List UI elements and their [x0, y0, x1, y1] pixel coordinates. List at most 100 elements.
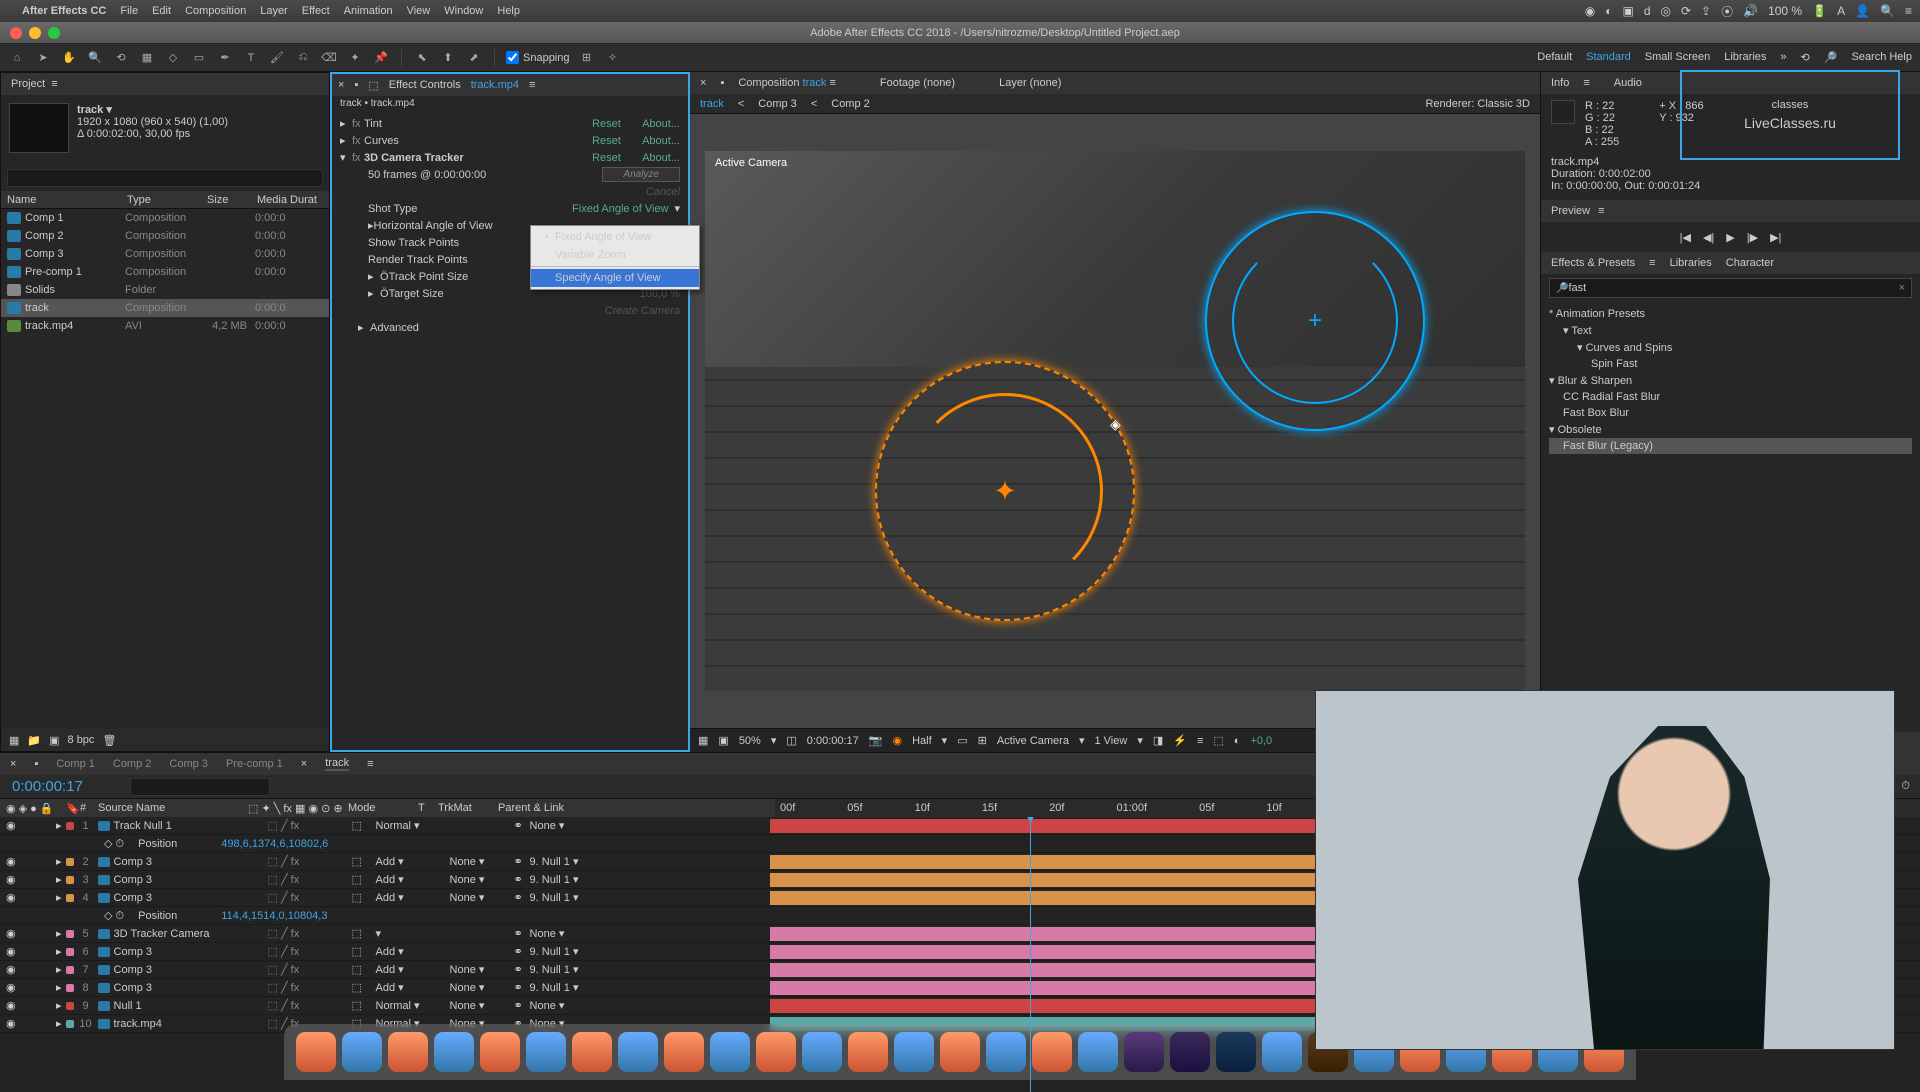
- timeline-tab[interactable]: Comp 1: [56, 758, 95, 770]
- preset-category[interactable]: ▾ Obsolete: [1549, 421, 1912, 438]
- minimize-window-button[interactable]: [29, 27, 41, 39]
- pixel-aspect-icon[interactable]: ◨: [1153, 734, 1163, 747]
- effects-tree[interactable]: * Animation Presets ▾ Text ▾ Curves and …: [1541, 302, 1920, 458]
- workspace-small[interactable]: Small Screen: [1645, 51, 1710, 64]
- dock-app-notes[interactable]: [526, 1032, 566, 1072]
- clone-tool-icon[interactable]: ⎌: [294, 49, 312, 67]
- about-link[interactable]: About...: [642, 135, 680, 147]
- effect-tint[interactable]: Tint: [364, 118, 592, 130]
- dock-app-discord[interactable]: [1078, 1032, 1118, 1072]
- effect-3d-camera-tracker[interactable]: 3D Camera Tracker: [364, 152, 592, 164]
- analyze-button[interactable]: Analyze: [602, 167, 680, 182]
- preset-item[interactable]: CC Radial Fast Blur: [1549, 389, 1912, 405]
- toggle-icon[interactable]: ▣: [718, 734, 728, 747]
- workspace-more-icon[interactable]: »: [1780, 51, 1786, 64]
- menu-animation[interactable]: Animation: [344, 5, 393, 17]
- preset-category[interactable]: ▾ Text: [1549, 322, 1912, 339]
- effect-controls-tab[interactable]: Effect Controls: [389, 79, 461, 91]
- menubar-icon[interactable]: ⟳: [1681, 4, 1691, 18]
- preset-item[interactable]: Spin Fast: [1549, 356, 1912, 372]
- dock-app[interactable]: [848, 1032, 888, 1072]
- advanced-section[interactable]: Advanced: [370, 322, 680, 334]
- comp-crumb[interactable]: Comp 3: [758, 98, 797, 110]
- new-folder-icon[interactable]: 📁: [27, 734, 41, 747]
- home-tool-icon[interactable]: ⌂: [8, 49, 26, 67]
- close-icon[interactable]: ×: [338, 79, 344, 91]
- reset-link[interactable]: Reset: [592, 118, 642, 130]
- renderer-select[interactable]: Classic 3D: [1477, 98, 1530, 110]
- dock-app-viber[interactable]: [940, 1032, 980, 1072]
- channel-icon[interactable]: ◉: [892, 734, 902, 747]
- menu-edit[interactable]: Edit: [152, 5, 171, 17]
- menubar-icon[interactable]: ◎: [1661, 4, 1671, 18]
- workspace-default[interactable]: Default: [1537, 51, 1572, 64]
- timeline-search-input[interactable]: [130, 778, 270, 796]
- reset-link[interactable]: Reset: [592, 152, 642, 164]
- workspace-standard[interactable]: Standard: [1586, 51, 1631, 64]
- bpc-toggle[interactable]: 8 bpc: [68, 734, 95, 746]
- preset-category[interactable]: * Animation Presets: [1549, 306, 1912, 322]
- last-frame-icon[interactable]: ▶|: [1770, 231, 1781, 244]
- current-time[interactable]: 0:00:00:17: [0, 778, 120, 795]
- timeline-tab-active[interactable]: track: [325, 757, 349, 771]
- pan-behind-tool-icon[interactable]: ◇: [164, 49, 182, 67]
- input-icon[interactable]: A: [1837, 4, 1845, 18]
- composition-viewer[interactable]: Active Camera ◈: [690, 114, 1540, 728]
- preset-item[interactable]: Fast Blur (Legacy): [1549, 438, 1912, 454]
- spotlight-icon[interactable]: 🔍: [1880, 4, 1895, 18]
- project-item[interactable]: Comp 1Composition0:00:0: [1, 209, 329, 227]
- project-list[interactable]: Comp 1Composition0:00:0Comp 2Composition…: [1, 209, 329, 729]
- dock-app-messages[interactable]: [664, 1032, 704, 1072]
- menu-window[interactable]: Window: [444, 5, 483, 17]
- shot-type-dropdown[interactable]: Fixed Angle of View: [572, 203, 668, 215]
- menu-item-specify-angle[interactable]: Specify Angle of View: [531, 269, 699, 287]
- menu-item-variable-zoom[interactable]: Variable Zoom: [531, 246, 699, 264]
- dock-app-telegram[interactable]: [1032, 1032, 1072, 1072]
- menu-help[interactable]: Help: [497, 5, 520, 17]
- comp-crumb-track[interactable]: track: [700, 98, 724, 110]
- axis-view-icon[interactable]: ⬈: [465, 49, 483, 67]
- dock-app-mail[interactable]: [388, 1032, 428, 1072]
- footage-tab[interactable]: Footage (none): [880, 77, 955, 89]
- type-tool-icon[interactable]: T: [242, 49, 260, 67]
- trash-icon[interactable]: 🗑: [102, 734, 116, 747]
- menubar-icon[interactable]: d: [1644, 4, 1651, 18]
- puppet-tool-icon[interactable]: 📌: [372, 49, 390, 67]
- composition-tab[interactable]: Composition track ≡: [738, 77, 836, 89]
- dock-app-aftereffects[interactable]: [1124, 1032, 1164, 1072]
- dock-app-chrome[interactable]: [802, 1032, 842, 1072]
- menu-effect[interactable]: Effect: [302, 5, 330, 17]
- lock-icon[interactable]: ▪: [354, 79, 358, 91]
- menu-view[interactable]: View: [407, 5, 431, 17]
- project-tab[interactable]: Project: [11, 78, 45, 90]
- menubar-icon[interactable]: ◐: [1605, 4, 1612, 18]
- project-clipname[interactable]: track ▾: [77, 103, 228, 116]
- preset-category[interactable]: ▾ Curves and Spins: [1549, 339, 1912, 356]
- resolution-icon[interactable]: ◫: [786, 734, 796, 747]
- preset-item[interactable]: Fast Box Blur: [1549, 405, 1912, 421]
- user-icon[interactable]: 👤: [1855, 4, 1870, 18]
- exposure-value[interactable]: +0,0: [1250, 735, 1272, 747]
- snapping-toggle[interactable]: Snapping: [506, 51, 570, 64]
- comp-crumb[interactable]: Comp 2: [831, 98, 870, 110]
- layer-tab[interactable]: Layer (none): [999, 77, 1061, 89]
- search-help-input[interactable]: Search Help: [1851, 51, 1912, 64]
- character-tab[interactable]: Character: [1726, 257, 1774, 269]
- dock-app-whatsapp[interactable]: [986, 1032, 1026, 1072]
- tl-toggle-icon[interactable]: ⏱: [1901, 780, 1910, 793]
- axis-world-icon[interactable]: ⬆: [439, 49, 457, 67]
- grid-icon[interactable]: ⊞: [978, 734, 987, 747]
- dock-app-premiere[interactable]: [1170, 1032, 1210, 1072]
- selection-tool-icon[interactable]: ➤: [34, 49, 52, 67]
- eraser-tool-icon[interactable]: ⌫: [320, 49, 338, 67]
- info-tab[interactable]: Info: [1551, 77, 1569, 89]
- workspace-reset-icon[interactable]: ⟲: [1801, 51, 1810, 64]
- audio-tab[interactable]: Audio: [1614, 77, 1642, 89]
- dock-app[interactable]: [756, 1032, 796, 1072]
- notification-icon[interactable]: ≡: [1905, 4, 1912, 18]
- dock-app[interactable]: [1262, 1032, 1302, 1072]
- dock-app-maps[interactable]: [618, 1032, 658, 1072]
- menu-file[interactable]: File: [120, 5, 138, 17]
- exposure-reset-icon[interactable]: ◐: [1234, 735, 1241, 747]
- shape-tool-icon[interactable]: ▭: [190, 49, 208, 67]
